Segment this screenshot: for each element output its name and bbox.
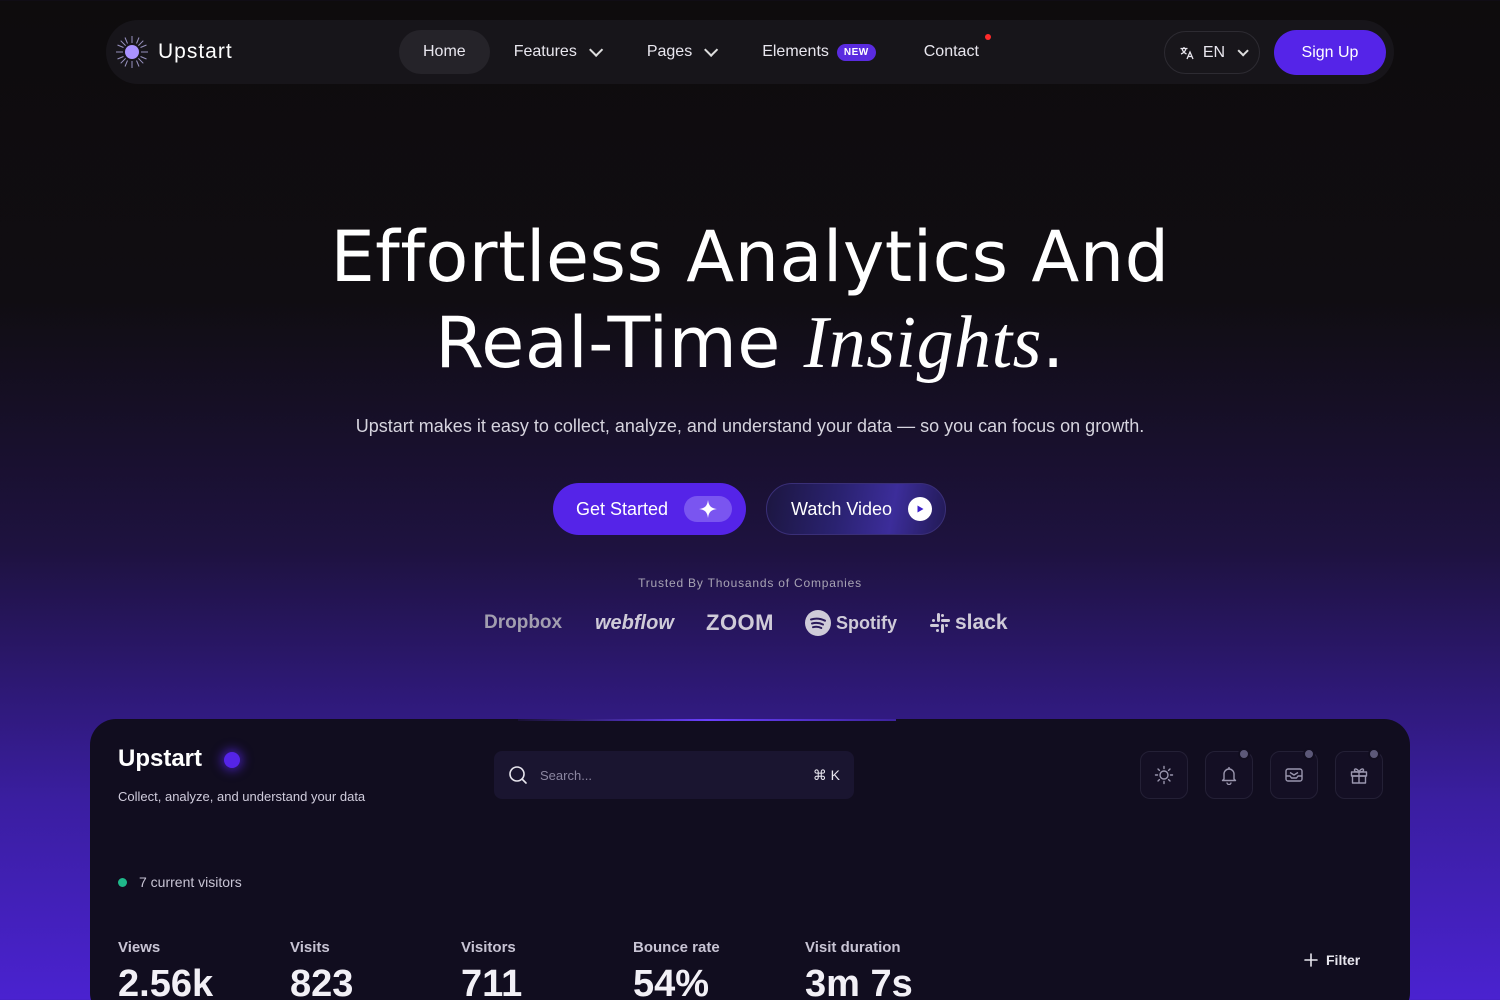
theme-toggle-button[interactable] bbox=[1140, 751, 1188, 799]
brand[interactable]: Upstart bbox=[114, 34, 233, 70]
hero-subtitle: Upstart makes it easy to collect, analyz… bbox=[355, 416, 1145, 436]
stat-label-visits: Visits bbox=[290, 939, 330, 956]
sun-icon bbox=[1154, 765, 1174, 785]
stat-value-views: 2.56k bbox=[118, 963, 214, 1000]
gift-icon bbox=[1350, 768, 1368, 784]
logo-text: slack bbox=[955, 611, 1008, 634]
logo-text: webflow bbox=[595, 611, 674, 634]
sign-up-button[interactable]: Sign Up bbox=[1274, 30, 1386, 75]
play-icon bbox=[908, 497, 933, 521]
language-label: EN bbox=[1202, 43, 1226, 61]
nav-item-label: Features bbox=[513, 43, 577, 60]
slack-icon bbox=[930, 613, 950, 633]
webflow-logo: webflow bbox=[595, 605, 674, 641]
brand-name: Upstart bbox=[158, 40, 233, 63]
sparkle-icon bbox=[684, 496, 733, 522]
watch-video-label: Watch Video bbox=[791, 498, 893, 519]
hero-title-italic: Insights bbox=[803, 302, 1042, 384]
nav-item-elements[interactable]: Elements NEW bbox=[762, 30, 876, 74]
search-shortcut: ⌘ K bbox=[812, 766, 840, 783]
stat-value-visit-duration: 3m 7s bbox=[805, 963, 913, 1000]
current-visitors-label: 7 current visitors bbox=[139, 874, 242, 890]
logo-text: Spotify bbox=[836, 612, 897, 633]
hero-title-part: Real-Time bbox=[435, 302, 804, 384]
stat-value-bounce-rate: 54% bbox=[633, 963, 710, 1000]
nav-item-contact[interactable]: Contact bbox=[923, 30, 991, 74]
brand-logo-icon bbox=[114, 34, 150, 70]
bell-icon bbox=[1221, 767, 1237, 785]
nav-item-features[interactable]: Features bbox=[513, 30, 604, 74]
notification-dot bbox=[1303, 748, 1315, 760]
nav-item-label: Elements bbox=[762, 43, 829, 60]
slack-logo: slack bbox=[930, 605, 1008, 641]
dashboard-brand: Upstart bbox=[118, 745, 203, 772]
nav-item-label: Pages bbox=[646, 43, 693, 60]
trusted-label: Trusted By Thousands of Companies bbox=[638, 576, 862, 590]
spotify-icon bbox=[805, 610, 831, 636]
logo-text: zoom bbox=[706, 610, 774, 635]
chevron-down-icon bbox=[1237, 44, 1249, 57]
zoom-logo: zoom bbox=[706, 605, 774, 641]
get-started-button[interactable]: Get Started bbox=[553, 483, 746, 535]
nav-item-label: Contact bbox=[923, 43, 979, 60]
main-menu: Home Features Pages Elements NEW Contact bbox=[399, 30, 991, 74]
stat-value-visits: 823 bbox=[290, 963, 354, 1000]
new-badge: NEW bbox=[836, 43, 876, 61]
search-placeholder: Search... bbox=[540, 767, 593, 783]
translate-icon bbox=[1180, 46, 1194, 59]
search-icon bbox=[509, 766, 527, 784]
stat-label-bounce-rate: Bounce rate bbox=[633, 939, 720, 956]
filter-label: Filter bbox=[1326, 952, 1361, 968]
stat-value-visitors: 711 bbox=[461, 963, 523, 1000]
hero-title-line2: Real-Time Insights. bbox=[0, 300, 1500, 386]
stat-label-visitors: Visitors bbox=[461, 939, 516, 956]
nav-item-pages[interactable]: Pages bbox=[646, 30, 719, 74]
brand-dot-icon bbox=[224, 752, 240, 768]
hero-title-period: . bbox=[1041, 302, 1065, 384]
nav-item-label: Home bbox=[423, 43, 466, 60]
nav-item-home[interactable]: Home bbox=[399, 30, 490, 74]
notification-dot bbox=[1368, 748, 1380, 760]
filter-button[interactable]: Filter bbox=[1304, 952, 1360, 968]
stat-label-visit-duration: Visit duration bbox=[805, 939, 901, 956]
dashboard-search[interactable]: Search... ⌘ K bbox=[494, 751, 854, 799]
chevron-down-icon bbox=[588, 42, 604, 57]
company-logos: Dropbox webflow zoom Spotify slack bbox=[0, 605, 1500, 641]
hero-title: Effortless Analytics And Real-Time Insig… bbox=[0, 214, 1500, 386]
dropbox-logo: Dropbox bbox=[484, 605, 562, 641]
live-status-dot bbox=[118, 877, 127, 887]
logo-text: Dropbox bbox=[484, 612, 563, 633]
dashboard-tagline: Collect, analyze, and understand your da… bbox=[118, 789, 366, 804]
navbar: Upstart Home Features Pages Elements NEW… bbox=[106, 20, 1394, 84]
spotify-logo: Spotify bbox=[804, 605, 897, 641]
notification-dot bbox=[984, 34, 991, 40]
hero-title-line1: Effortless Analytics And bbox=[330, 216, 1170, 298]
watch-video-button[interactable]: Watch Video bbox=[766, 483, 946, 535]
get-started-label: Get Started bbox=[576, 498, 669, 519]
accent-line bbox=[518, 719, 896, 721]
chevron-down-icon bbox=[704, 42, 719, 57]
plus-icon bbox=[1304, 953, 1318, 967]
current-visitors: 7 current visitors bbox=[118, 874, 242, 890]
dashboard-preview: Upstart Collect, analyze, and understand… bbox=[90, 719, 1410, 1000]
stat-label-views: Views bbox=[118, 939, 161, 956]
notification-dot bbox=[1238, 748, 1250, 760]
language-selector[interactable]: EN bbox=[1164, 31, 1260, 74]
mail-icon bbox=[1285, 768, 1303, 782]
